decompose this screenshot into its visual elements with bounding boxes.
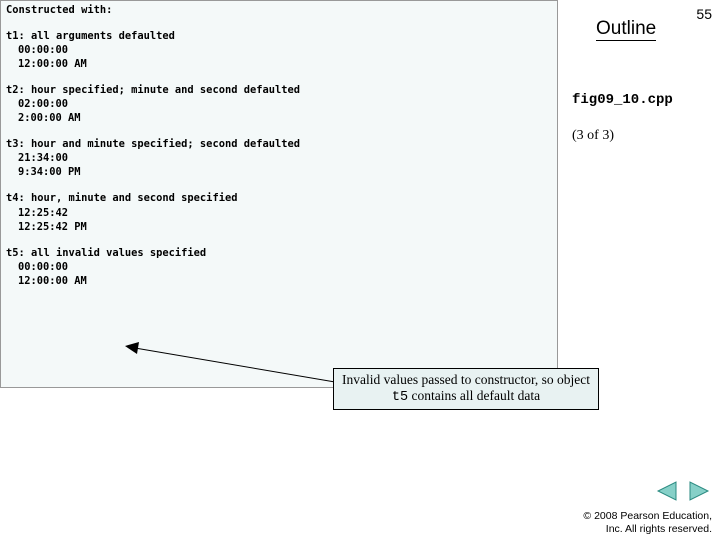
- callout-code: t5: [392, 390, 408, 405]
- output-label: t3: hour and minute specified; second de…: [6, 137, 552, 151]
- triangle-left-icon: [656, 481, 678, 501]
- output-universal-time: 02:00:00: [6, 97, 552, 111]
- callout-box: Invalid values passed to constructor, so…: [333, 368, 599, 410]
- output-block-t3: t3: hour and minute specified; second de…: [6, 137, 552, 179]
- output-block-t4: t4: hour, minute and second specified 12…: [6, 191, 552, 233]
- next-button[interactable]: [686, 480, 712, 502]
- copyright-line-2: Inc. All rights reserved.: [583, 523, 712, 536]
- output-label: t2: hour specified; minute and second de…: [6, 83, 552, 97]
- source-filename: fig09_10.cpp: [572, 92, 673, 108]
- output-block-t5: t5: all invalid values specified 00:00:0…: [6, 246, 552, 288]
- output-standard-time: 9:34:00 PM: [6, 165, 552, 179]
- output-label: t4: hour, minute and second specified: [6, 191, 552, 205]
- page-number: 55: [696, 6, 712, 22]
- triangle-right-icon: [688, 481, 710, 501]
- output-standard-time: 12:25:42 PM: [6, 220, 552, 234]
- output-label: t5: all invalid values specified: [6, 246, 552, 260]
- output-label: t1: all arguments defaulted: [6, 29, 552, 43]
- output-universal-time: 21:34:00: [6, 151, 552, 165]
- callout-text-1: Invalid values passed to constructor, so…: [342, 372, 590, 387]
- copyright-line-1: © 2008 Pearson Education,: [583, 510, 712, 523]
- nav-buttons: [654, 480, 712, 502]
- output-block-t2: t2: hour specified; minute and second de…: [6, 83, 552, 125]
- outline-heading: Outline: [596, 18, 656, 41]
- output-standard-time: 12:00:00 AM: [6, 57, 552, 71]
- output-standard-time: 2:00:00 AM: [6, 111, 552, 125]
- callout-text-2: contains all default data: [408, 388, 540, 403]
- output-universal-time: 00:00:00: [6, 43, 552, 57]
- output-universal-time: 12:25:42: [6, 206, 552, 220]
- prev-button[interactable]: [654, 480, 680, 502]
- output-universal-time: 00:00:00: [6, 260, 552, 274]
- copyright-notice: © 2008 Pearson Education, Inc. All right…: [583, 510, 712, 536]
- page-count: (3 of 3): [572, 128, 614, 144]
- output-block-t1: t1: all arguments defaulted 00:00:00 12:…: [6, 29, 552, 71]
- output-title: Constructed with:: [6, 3, 552, 17]
- program-output-panel: Constructed with: t1: all arguments defa…: [0, 0, 558, 388]
- output-standard-time: 12:00:00 AM: [6, 274, 552, 288]
